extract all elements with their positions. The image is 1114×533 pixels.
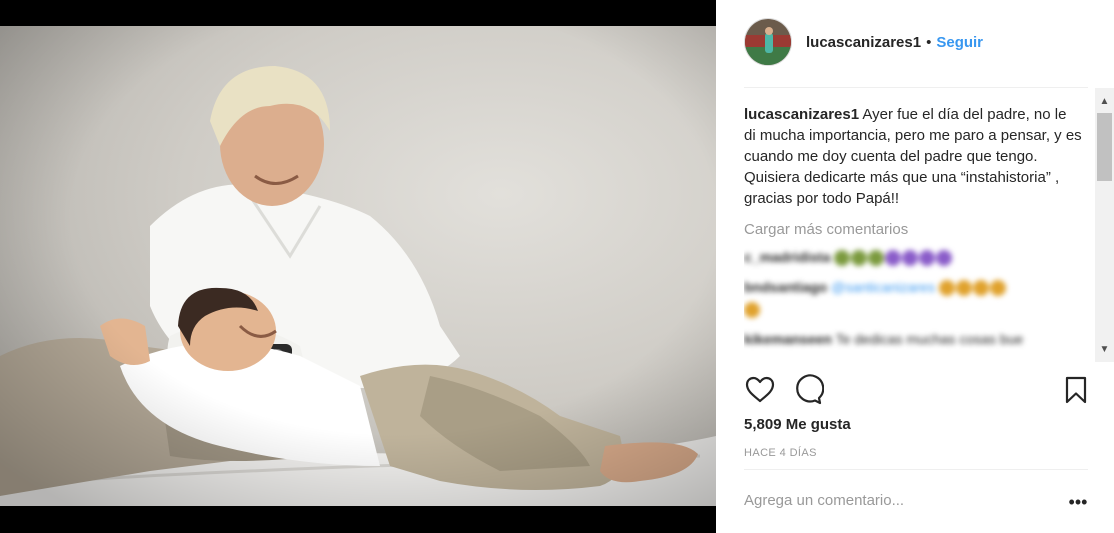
emoji-icon xyxy=(919,250,936,267)
bookmark-icon xyxy=(1065,376,1087,404)
emoji-icon xyxy=(936,250,953,267)
post-photo-illustration xyxy=(0,26,716,506)
comment-text: Te dedicas muchas cosas bue xyxy=(835,331,1024,347)
follow-button[interactable]: Seguir xyxy=(936,34,983,51)
separator-dot: • xyxy=(926,33,932,51)
avatar-image xyxy=(745,19,791,65)
comment-input-divider xyxy=(744,469,1088,470)
caption-username[interactable]: lucascanizares1 xyxy=(744,106,859,123)
avatar[interactable] xyxy=(744,18,792,66)
scroll-down-arrow-icon[interactable]: ▼ xyxy=(1095,342,1114,358)
emoji-icon xyxy=(902,250,919,267)
comment-item: bndsantiago @santicanizares xyxy=(744,276,1088,320)
save-button[interactable] xyxy=(1060,374,1092,406)
post-photo[interactable] xyxy=(0,26,716,506)
scrollbar-thumb[interactable] xyxy=(1097,113,1112,181)
action-bar xyxy=(744,374,1088,406)
emoji-icon xyxy=(851,250,868,267)
like-button[interactable] xyxy=(744,374,776,406)
post-timestamp[interactable]: HACE 4 DÍAS xyxy=(744,447,817,459)
comment-username[interactable]: c_madridista xyxy=(744,249,830,265)
caption: lucascanizares1 Ayer fue el día del padr… xyxy=(744,104,1088,209)
header-text: lucascanizares1 • Seguir xyxy=(806,34,983,51)
comment-emojis xyxy=(834,249,953,267)
photo-panel xyxy=(0,0,716,533)
comment-username[interactable]: kikemanseen xyxy=(744,331,832,347)
add-comment-input[interactable]: Agrega un comentario... xyxy=(744,492,904,509)
emoji-icon xyxy=(744,302,760,319)
emoji-icon xyxy=(989,280,1006,297)
likes-count[interactable]: 5,809 Me gusta xyxy=(744,416,851,433)
emoji-icon xyxy=(885,250,902,267)
comment-bubble-icon xyxy=(796,374,825,405)
heart-icon xyxy=(745,376,775,403)
comment-mention[interactable]: @santicanizares xyxy=(831,279,935,295)
post-side-panel: lucascanizares1 • Seguir lucascanizares1… xyxy=(716,0,1114,533)
ellipsis-icon[interactable]: ••• xyxy=(1068,492,1088,512)
comment-item: kikemanseen Te dedicas muchas cosas bue xyxy=(744,328,1088,350)
emoji-icon xyxy=(955,280,972,297)
comment-button[interactable] xyxy=(792,374,825,406)
emoji-icon xyxy=(938,280,955,297)
username-link[interactable]: lucascanizares1 xyxy=(806,34,921,51)
emoji-icon xyxy=(868,250,885,267)
scroll-up-arrow-icon[interactable]: ▲ xyxy=(1095,94,1114,110)
emoji-icon xyxy=(972,280,989,297)
comments-scrollbar[interactable]: ▲ ▼ xyxy=(1095,88,1114,362)
comment-username[interactable]: bndsantiago xyxy=(744,279,827,295)
comments-section: lucascanizares1 Ayer fue el día del padr… xyxy=(744,88,1088,362)
post-header: lucascanizares1 • Seguir xyxy=(744,18,1088,66)
emoji-icon xyxy=(834,250,851,267)
comment-item: c_madridista xyxy=(744,246,1088,268)
load-more-comments-button[interactable]: Cargar más comentarios xyxy=(744,221,1088,238)
